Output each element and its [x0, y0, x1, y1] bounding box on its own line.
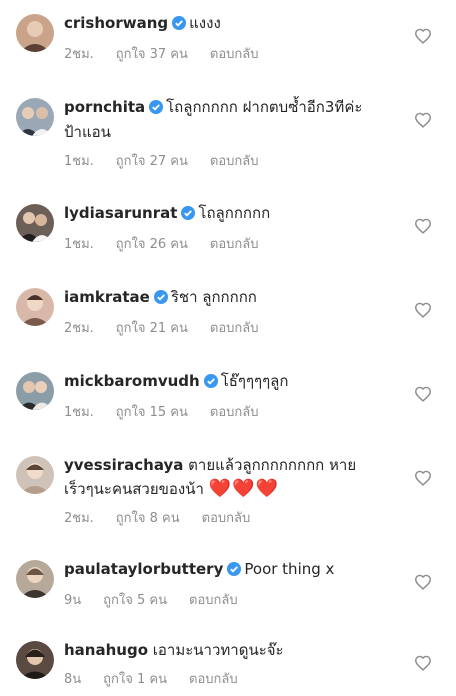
username[interactable]: yvessirachaya [64, 456, 183, 474]
reply-button[interactable]: ตอบกลับ [210, 154, 259, 169]
avatar[interactable] [16, 641, 54, 679]
comment-text: Poor thing x [244, 560, 335, 578]
comment-text: เอามะนาวทาดูนะจ๊ะ [152, 641, 284, 659]
avatar[interactable] [16, 14, 54, 52]
verified-badge-icon [227, 560, 242, 583]
avatar[interactable] [16, 372, 54, 410]
comment-likes[interactable]: ถูกใจ 5 คน [103, 593, 167, 608]
reply-button[interactable]: ตอบกลับ [210, 321, 259, 336]
verified-badge-icon [203, 372, 218, 395]
comment-text: โถลูกกกกก [198, 204, 271, 222]
comment-meta: 1ชม. ถูกใจ 26 คน ตอบกลับ [64, 233, 404, 252]
comment-meta: 2ชม. ถูกใจ 8 คน ตอบกลับ [64, 507, 404, 526]
heart-outline-icon[interactable] [414, 302, 432, 318]
comment-likes[interactable]: ถูกใจ 21 คน [116, 321, 188, 336]
comment-text: แงงง [189, 14, 221, 32]
comment-text: ตายแล้วลูกกกกกกกก หาย [188, 456, 357, 474]
comment-meta: 9น ถูกใจ 5 คน ตอบกลับ [64, 589, 404, 608]
comment-likes[interactable]: ถูกใจ 27 คน [116, 154, 188, 169]
comment-time: 2ชม. [64, 511, 94, 526]
verified-badge-icon [153, 288, 168, 311]
comment-time: 1ชม. [64, 237, 94, 252]
comment-meta: 2ชม. ถูกใจ 37 คน ตอบกลับ [64, 43, 404, 62]
avatar[interactable] [16, 560, 54, 598]
avatar[interactable] [16, 288, 54, 326]
comment-body: paulataylorbuttery Poor thing x 9น ถูกใจ 5… [64, 558, 404, 608]
comment-time: 8น [64, 672, 82, 687]
comment-likes[interactable]: ถูกใจ 37 คน [116, 47, 188, 62]
username[interactable]: iamkratae [64, 288, 150, 306]
comment-likes[interactable]: ถูกใจ 15 คน [116, 405, 188, 420]
comment-body: hanahugo เอามะนาวทาดูนะจ๊ะ 8น ถูกใจ 1 คน ต… [64, 639, 404, 687]
comment-body: yvessirachaya ตายแล้วลูกกกกกกกก หาย เร็ว… [64, 454, 404, 526]
avatar[interactable] [16, 98, 54, 136]
heart-outline-icon[interactable] [414, 574, 432, 590]
username[interactable]: mickbaromvudh [64, 372, 200, 390]
reply-button[interactable]: ตอบกลับ [202, 511, 251, 526]
heart-outline-icon[interactable] [414, 655, 432, 671]
username[interactable]: pornchita [64, 98, 145, 116]
comment-likes[interactable]: ถูกใจ 1 คน [103, 672, 167, 687]
username[interactable]: paulataylorbuttery [64, 560, 223, 578]
comment-text-continued: ป้าแอน [64, 123, 111, 141]
avatar[interactable] [16, 204, 54, 242]
reply-button[interactable]: ตอบกลับ [210, 47, 259, 62]
comment-text: ริชา ลูกกกกก [170, 288, 257, 306]
comments-list: crishorwang แงงง 2ชม. ถูกใจ 37 คน ตอบกลับ p… [0, 0, 456, 696]
heart-outline-icon[interactable] [414, 218, 432, 234]
comment-body: lydiasarunrat โถลูกกกกก 1ชม. ถูกใจ 26 คน ตอ… [64, 202, 404, 252]
comment-meta: 1ชม. ถูกใจ 15 คน ตอบกลับ [64, 401, 404, 420]
comment-time: 1ชม. [64, 405, 94, 420]
comment-likes[interactable]: ถูกใจ 8 คน [116, 511, 180, 526]
comment-meta: 8น ถูกใจ 1 คน ตอบกลับ [64, 668, 404, 687]
username[interactable]: crishorwang [64, 14, 168, 32]
reply-button[interactable]: ตอบกลับ [189, 593, 238, 608]
comment-body: mickbaromvudh โธ๊ๆๆๆๆลูก 1ชม. ถูกใจ 15 คน ต… [64, 370, 404, 420]
reply-button[interactable]: ตอบกลับ [210, 237, 259, 252]
verified-badge-icon [149, 98, 164, 121]
avatar[interactable] [16, 456, 54, 494]
heart-outline-icon[interactable] [414, 28, 432, 44]
reply-button[interactable]: ตอบกลับ [210, 405, 259, 420]
comment-meta: 1ชม. ถูกใจ 27 คน ตอบกลับ [64, 150, 404, 169]
reply-button[interactable]: ตอบกลับ [189, 672, 238, 687]
username[interactable]: hanahugo [64, 641, 148, 659]
comment-time: 2ชม. [64, 47, 94, 62]
heart-outline-icon[interactable] [414, 112, 432, 128]
comment-time: 2ชม. [64, 321, 94, 336]
comment-text: โถลูกกกกก ฝากตบซ้ำอีก3ทีค่ะ [166, 98, 363, 116]
comment-body: pornchita โถลูกกกกก ฝากตบซ้ำอีก3ทีค่ะ ป้า… [64, 96, 404, 169]
heart-outline-icon[interactable] [414, 470, 432, 486]
comment-body: iamkratae ริชา ลูกกกกก 2ชม. ถูกใจ 21 คน ตอบ… [64, 286, 404, 336]
comment-body: crishorwang แงงง 2ชม. ถูกใจ 37 คน ตอบกลับ [64, 12, 404, 62]
heart-outline-icon[interactable] [414, 386, 432, 402]
verified-badge-icon [172, 14, 187, 37]
comment-time: 1ชม. [64, 154, 94, 169]
comment-time: 9น [64, 593, 82, 608]
username[interactable]: lydiasarunrat [64, 204, 177, 222]
heart-emoji-icon: ❤️❤️❤️ [208, 478, 279, 499]
comment-text: โธ๊ๆๆๆๆลูก [220, 372, 289, 390]
comment-meta: 2ชม. ถูกใจ 21 คน ตอบกลับ [64, 317, 404, 336]
verified-badge-icon [181, 204, 196, 227]
comment-likes[interactable]: ถูกใจ 26 คน [116, 237, 188, 252]
comment-text-continued: เร็วๆนะคนสวยของน้า [64, 480, 204, 498]
